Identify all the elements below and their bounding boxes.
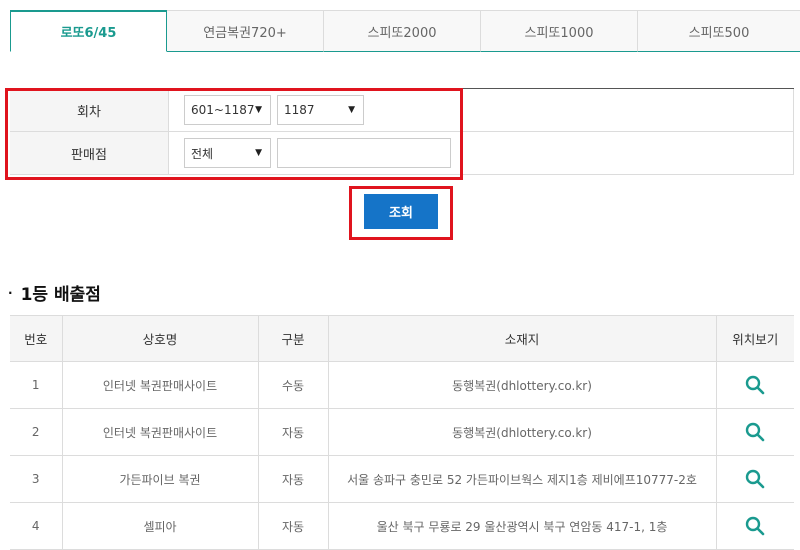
table-row: 3 가든파이브 복권 자동 서울 송파구 충민로 52 가든파이브웍스 제지1층… — [10, 455, 794, 503]
col-header-no: 번호 — [10, 315, 63, 362]
search-icon[interactable] — [745, 375, 765, 395]
cell-address: 동행복권(dhlottery.co.kr) — [327, 361, 717, 409]
highlight-box-button — [349, 186, 453, 240]
cell-type: 수동 — [257, 361, 329, 409]
cell-name: 인터넷 복권판매사이트 — [61, 408, 259, 456]
tab-lotto645[interactable]: 로또6/45 — [10, 10, 167, 52]
cell-name: 인터넷 복권판매사이트 — [61, 361, 259, 409]
table-row: 1 인터넷 복권판매사이트 수동 동행복권(dhlottery.co.kr) — [10, 361, 794, 409]
table-header: 번호 상호명 구분 소재지 위치보기 — [10, 315, 794, 362]
lottery-tabs: 로또6/45 연금복권720+ 스피또2000 스피또1000 스피또500 — [10, 10, 800, 52]
winning-stores-table: 번호 상호명 구분 소재지 위치보기 1 인터넷 복권판매사이트 수동 동행복권… — [10, 315, 794, 550]
tab-speetto2000[interactable]: 스피또2000 — [324, 10, 481, 52]
col-header-address: 소재지 — [327, 315, 717, 362]
cell-location — [715, 455, 794, 503]
cell-address: 동행복권(dhlottery.co.kr) — [327, 408, 717, 456]
tab-pension720[interactable]: 연금복권720+ — [167, 10, 324, 52]
col-header-type: 구분 — [257, 315, 329, 362]
cell-location — [715, 502, 794, 550]
bullet-icon: · — [8, 285, 13, 300]
tab-speetto500[interactable]: 스피또500 — [638, 10, 800, 52]
section-title: · 1등 배출점 — [8, 280, 101, 305]
cell-no: 1 — [10, 361, 63, 409]
cell-location — [715, 361, 794, 409]
search-icon[interactable] — [745, 516, 765, 536]
table-row: 4 셀피아 자동 울산 북구 무룡로 29 울산광역시 북구 연암동 417-1… — [10, 502, 794, 550]
cell-address: 서울 송파구 충민로 52 가든파이브웍스 제지1층 제비에프10777-2호 — [327, 455, 717, 503]
highlight-box-form — [5, 88, 463, 180]
cell-name: 셀피아 — [61, 502, 259, 550]
section-title-text: 1등 배출점 — [20, 285, 101, 305]
col-header-location: 위치보기 — [715, 315, 794, 362]
cell-name: 가든파이브 복권 — [61, 455, 259, 503]
cell-type: 자동 — [257, 408, 329, 456]
tab-speetto1000[interactable]: 스피또1000 — [481, 10, 638, 52]
table-row: 2 인터넷 복권판매사이트 자동 동행복권(dhlottery.co.kr) — [10, 408, 794, 456]
cell-address: 울산 북구 무룡로 29 울산광역시 북구 연암동 417-1, 1층 — [327, 502, 717, 550]
cell-no: 4 — [10, 502, 63, 550]
cell-type: 자동 — [257, 455, 329, 503]
cell-type: 자동 — [257, 502, 329, 550]
search-icon[interactable] — [745, 469, 765, 489]
cell-no: 2 — [10, 408, 63, 456]
cell-no: 3 — [10, 455, 63, 503]
col-header-name: 상호명 — [61, 315, 259, 362]
search-icon[interactable] — [745, 422, 765, 442]
cell-location — [715, 408, 794, 456]
